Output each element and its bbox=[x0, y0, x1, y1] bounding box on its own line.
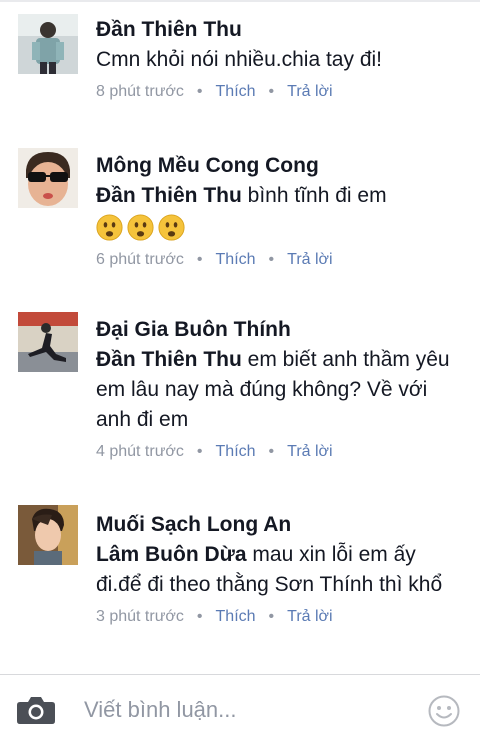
camera-icon[interactable] bbox=[16, 695, 56, 725]
avatar[interactable] bbox=[18, 505, 78, 565]
comment-item: Mông Mều Cong Cong Đần Thiên Thu bình tĩ… bbox=[0, 140, 480, 290]
comment-meta: 6 phút trước • Thích • Trả lời bbox=[96, 249, 466, 271]
separator-dot: • bbox=[268, 443, 275, 460]
tagged-user[interactable]: Đần Thiên Thu bbox=[96, 348, 242, 371]
comment-meta: 8 phút trước • Thích • Trả lời bbox=[96, 81, 466, 103]
reply-button[interactable]: Trả lời bbox=[287, 251, 332, 268]
frowning-face-emoji bbox=[96, 213, 123, 241]
comment-time: 8 phút trước bbox=[96, 83, 184, 100]
frowning-face-emoji bbox=[127, 213, 154, 241]
comment-time: 3 phút trước bbox=[96, 608, 184, 625]
comment-text: Cmn khỏi nói nhiều.chia tay đi! bbox=[96, 48, 382, 71]
comment-message: bình tĩnh đi em bbox=[241, 184, 387, 207]
comment-author[interactable]: Mông Mều Cong Cong bbox=[96, 151, 466, 181]
like-button[interactable]: Thích bbox=[216, 251, 256, 268]
comment-meta: 4 phút trước • Thích • Trả lời bbox=[96, 441, 466, 463]
comment-meta: 3 phút trước • Thích • Trả lời bbox=[96, 606, 466, 628]
separator-dot: • bbox=[268, 251, 275, 268]
reply-button[interactable]: Trả lời bbox=[287, 443, 332, 460]
comment-input[interactable]: Viết bình luận... bbox=[84, 695, 237, 725]
separator-dot: • bbox=[268, 83, 275, 100]
avatar[interactable] bbox=[18, 312, 78, 372]
comment-item: Đại Gia Buôn Thính Đần Thiên Thu em biết… bbox=[0, 300, 480, 480]
comment-composer: Viết bình luận... bbox=[0, 674, 480, 746]
avatar-photo bbox=[18, 505, 78, 565]
separator-dot: • bbox=[196, 83, 203, 100]
comment-text: Đần Thiên Thu bình tĩnh đi em bbox=[96, 181, 466, 211]
separator-dot: • bbox=[196, 608, 203, 625]
separator-dot: • bbox=[196, 251, 203, 268]
like-button[interactable]: Thích bbox=[216, 443, 256, 460]
comment-author[interactable]: Muối Sạch Long An bbox=[96, 510, 466, 540]
like-button[interactable]: Thích bbox=[216, 608, 256, 625]
like-button[interactable]: Thích bbox=[216, 83, 256, 100]
comment-time: 6 phút trước bbox=[96, 251, 184, 268]
comment-author[interactable]: Đần Thiên Thu bbox=[96, 15, 466, 45]
avatar-photo bbox=[18, 312, 78, 372]
tagged-user[interactable]: Đần Thiên Thu bbox=[96, 184, 242, 207]
frowning-face-emoji bbox=[158, 213, 185, 241]
reply-button[interactable]: Trả lời bbox=[287, 83, 332, 100]
comment-item: Muối Sạch Long An Lâm Buôn Dừa mau xin l… bbox=[0, 495, 480, 675]
separator-dot: • bbox=[196, 443, 203, 460]
comment-text: Lâm Buôn Dừa mau xin lỗi em ấy đi.để đi … bbox=[96, 540, 466, 600]
avatar-photo bbox=[18, 14, 78, 74]
reply-button[interactable]: Trả lời bbox=[287, 608, 332, 625]
smiley-icon[interactable] bbox=[428, 695, 460, 727]
avatar-photo bbox=[18, 148, 78, 208]
comment-text: Đần Thiên Thu em biết anh thầm yêu em lâ… bbox=[96, 345, 466, 435]
comment-item: Đần Thiên Thu Cmn khỏi nói nhiều.chia ta… bbox=[0, 0, 480, 115]
avatar[interactable] bbox=[18, 148, 78, 208]
emoji-row bbox=[96, 211, 466, 243]
comment-author[interactable]: Đại Gia Buôn Thính bbox=[96, 315, 466, 345]
avatar[interactable] bbox=[18, 14, 78, 74]
tagged-user[interactable]: Lâm Buôn Dừa bbox=[96, 543, 247, 566]
comment-time: 4 phút trước bbox=[96, 443, 184, 460]
separator-dot: • bbox=[268, 608, 275, 625]
